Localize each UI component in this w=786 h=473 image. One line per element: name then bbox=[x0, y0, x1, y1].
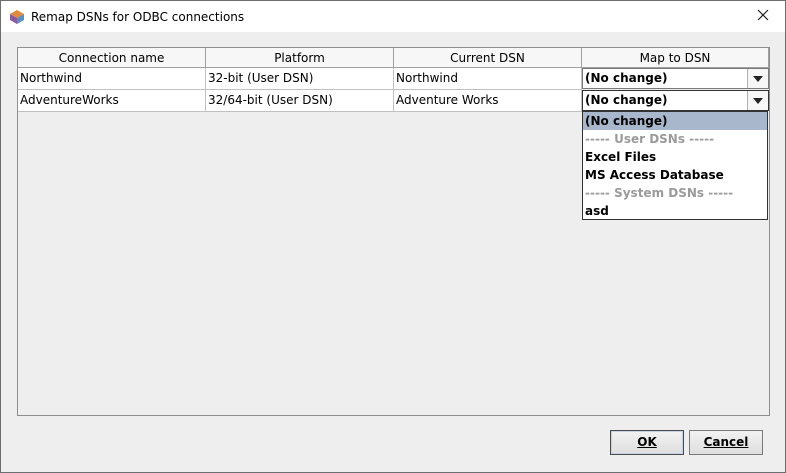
map-to-dsn-combo[interactable]: (No change) bbox=[582, 68, 769, 89]
dsn-dropdown-list: (No change) ----- User DSNs ----- Excel … bbox=[582, 111, 768, 220]
dropdown-arrow-button[interactable] bbox=[747, 91, 768, 110]
cancel-button-label: Cancel bbox=[703, 435, 749, 449]
dropdown-option-no-change[interactable]: (No change) bbox=[583, 112, 767, 130]
column-header-connection-name[interactable]: Connection name bbox=[18, 48, 206, 68]
cell-current-dsn[interactable]: Adventure Works bbox=[394, 90, 582, 112]
dropdown-separator-user-dsns: ----- User DSNs ----- bbox=[585, 132, 715, 146]
close-button[interactable] bbox=[741, 1, 785, 32]
dropdown-option-ms-access-database[interactable]: MS Access Database bbox=[583, 166, 767, 184]
dropdown-option-excel-files[interactable]: Excel Files bbox=[583, 148, 767, 166]
chevron-down-icon bbox=[753, 97, 763, 104]
table-scroll-pane: Connection name Platform Current DSN Map… bbox=[17, 47, 770, 416]
cancel-button[interactable]: Cancel bbox=[689, 430, 763, 455]
dropdown-arrow-button[interactable] bbox=[747, 69, 768, 88]
column-header-platform[interactable]: Platform bbox=[206, 48, 394, 68]
ok-button[interactable]: OK bbox=[610, 430, 684, 455]
cell-platform[interactable]: 32/64-bit (User DSN) bbox=[206, 90, 394, 112]
app-logo-icon bbox=[9, 9, 25, 25]
dialog-window: Remap DSNs for ODBC connections Connecti… bbox=[0, 0, 786, 473]
map-to-dsn-combo-active[interactable]: (No change) bbox=[582, 90, 769, 111]
cell-connection-name[interactable]: AdventureWorks bbox=[18, 90, 206, 112]
title-bar[interactable]: Remap DSNs for ODBC connections bbox=[1, 1, 785, 32]
cell-platform[interactable]: 32-bit (User DSN) bbox=[206, 68, 394, 90]
dropdown-separator-system-dsns: ----- System DSNs ----- bbox=[585, 186, 734, 200]
close-icon bbox=[757, 9, 769, 24]
chevron-down-icon bbox=[753, 75, 763, 82]
column-header-map-to-dsn[interactable]: Map to DSN bbox=[582, 48, 769, 68]
cell-connection-name[interactable]: Northwind bbox=[18, 68, 206, 90]
window-title: Remap DSNs for ODBC connections bbox=[31, 10, 245, 24]
combo-value: (No change) bbox=[585, 93, 668, 107]
dropdown-option-asd[interactable]: asd bbox=[583, 202, 767, 220]
combo-value: (No change) bbox=[585, 71, 668, 85]
ok-button-label: OK bbox=[637, 435, 657, 449]
column-header-current-dsn[interactable]: Current DSN bbox=[394, 48, 582, 68]
cell-current-dsn[interactable]: Northwind bbox=[394, 68, 582, 90]
